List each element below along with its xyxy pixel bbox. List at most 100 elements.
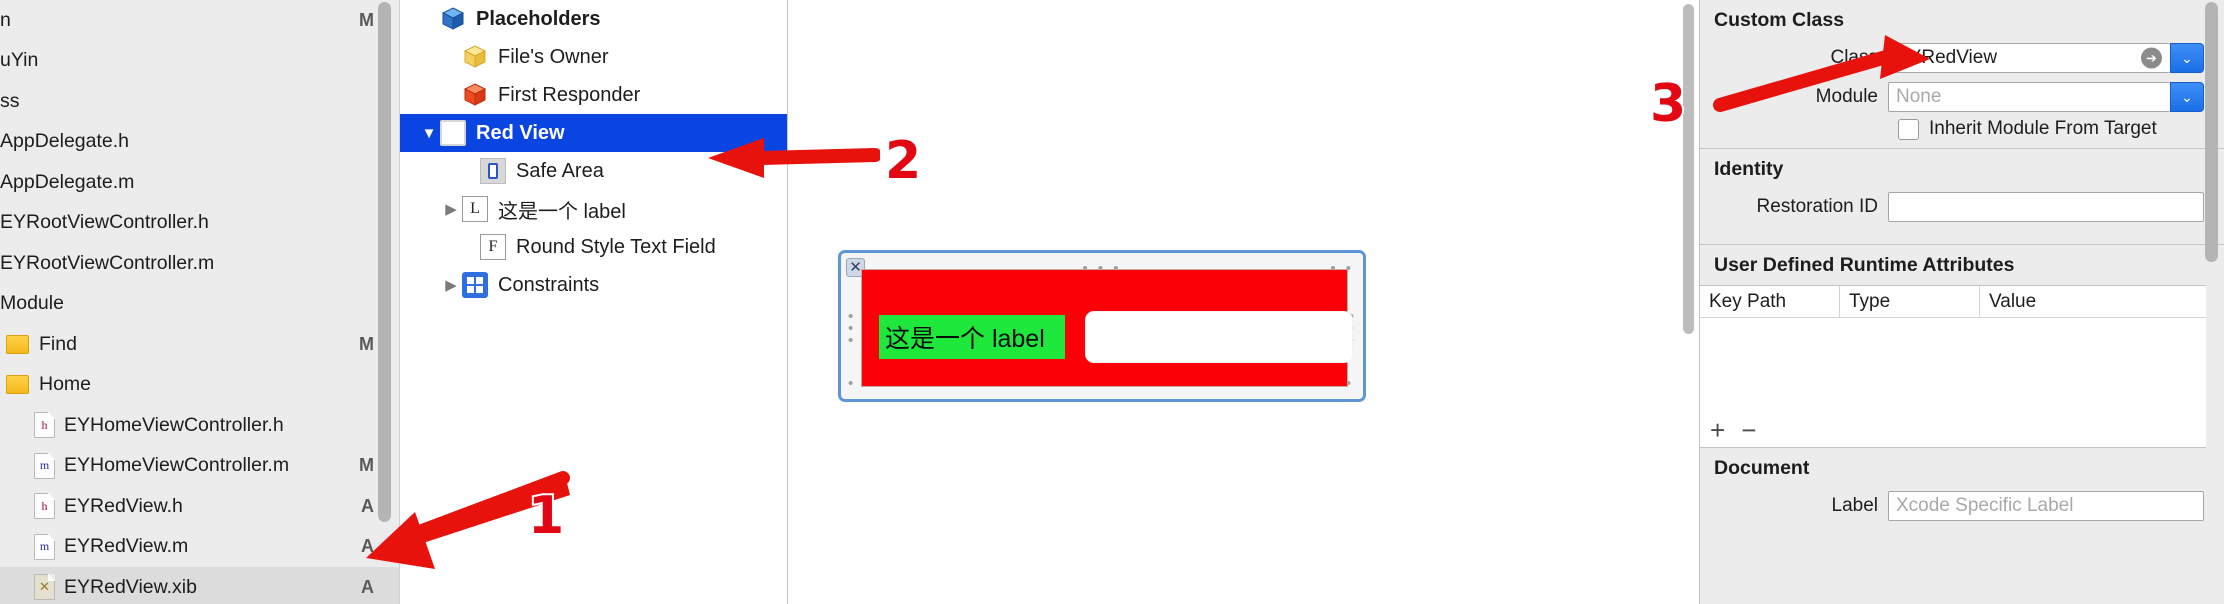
constraints-icon	[462, 272, 488, 298]
navigator-row[interactable]: nM	[0, 0, 400, 41]
label-icon: L	[462, 196, 488, 222]
outline-row-label: Round Style Text Field	[516, 235, 716, 258]
red-view[interactable]: 这是一个 label	[861, 269, 1353, 387]
outline-row[interactable]: ▶ Constraints	[400, 266, 787, 304]
navigator-row-label: AppDelegate.m	[0, 170, 135, 193]
outline-row[interactable]: ▶File's Owner	[400, 38, 787, 76]
column-header-value[interactable]: Value	[1980, 286, 2206, 317]
restoration-id-label: Restoration ID	[1756, 196, 1878, 217]
outline-row-label: Constraints	[498, 273, 600, 296]
outline-row-label: Safe Area	[516, 159, 604, 182]
ib-view-frame[interactable]: ✕ • • • • • • • • • • • • ••• ••• 这是一个 l…	[838, 250, 1366, 402]
resize-handle-left[interactable]: • • •	[848, 309, 853, 348]
header-file-icon: h	[34, 493, 55, 520]
document-section-title: Document	[1714, 457, 1810, 479]
outline-row[interactable]: ▶First Responder	[400, 76, 787, 114]
runtime-attributes-section-title: User Defined Runtime Attributes	[1714, 254, 2015, 276]
source-file-icon: m	[34, 533, 55, 560]
outline-row-label: First Responder	[498, 83, 641, 106]
custom-class-section-title: Custom Class	[1714, 9, 1845, 31]
first-responder-cube-icon	[462, 82, 488, 108]
restoration-id-row: Restoration ID	[1700, 189, 2224, 225]
folder-icon	[6, 334, 29, 354]
runtime-attributes-body[interactable]	[1700, 318, 2206, 413]
chevron-down-icon: ⌄	[2181, 49, 2193, 66]
annotation-arrow-3	[1713, 35, 1930, 112]
navigator-row[interactable]: Find M	[0, 324, 400, 365]
ib-text-field[interactable]	[1085, 311, 1353, 363]
navigator-row-label: Home	[39, 373, 92, 396]
navigator-row-label: EYRootViewController.h	[0, 211, 209, 234]
navigator-row-label: ss	[0, 89, 20, 112]
navigator-row-label: AppDelegate.h	[0, 130, 130, 153]
folder-icon	[6, 375, 29, 395]
navigator-row[interactable]: uYin	[0, 41, 400, 82]
ib-label[interactable]: 这是一个 label	[879, 315, 1065, 359]
navigator-row-label: n	[0, 8, 11, 31]
annotation-marker-3: 3	[1648, 74, 1688, 134]
navigator-scrollbar[interactable]	[378, 2, 391, 522]
interface-builder-canvas[interactable]: ✕ • • • • • • • • • • • • ••• ••• 这是一个 l…	[788, 0, 1700, 604]
inspector-scrollbar[interactable]	[2205, 2, 2218, 262]
navigator-row[interactable]: EYRootViewController.h	[0, 203, 400, 244]
navigator-row[interactable]: EYRootViewController.m	[0, 243, 400, 284]
runtime-attributes-toolbar: + −	[1700, 413, 2206, 447]
navigator-row[interactable]: Module	[0, 284, 400, 325]
document-label-input[interactable]: Xcode Specific Label	[1888, 491, 2204, 521]
outline-row-label: Red View	[476, 121, 565, 144]
scm-status-badge: M	[359, 9, 374, 30]
navigator-row[interactable]: AppDelegate.h	[0, 122, 400, 163]
jump-to-definition-icon[interactable]: ➔	[2141, 47, 2162, 69]
view-icon	[440, 120, 466, 146]
chevron-right-icon[interactable]: ▶	[440, 200, 462, 218]
navigator-row-label: Module	[0, 292, 64, 315]
outline-row-label: 这是一个 label	[498, 200, 626, 223]
navigator-row-label: EYRedView.xib	[64, 575, 197, 598]
remove-attribute-button[interactable]: −	[1741, 417, 1756, 443]
runtime-attributes-table[interactable]: Key Path Type Value + −	[1700, 285, 2206, 448]
navigator-row[interactable]: AppDelegate.m	[0, 162, 400, 203]
chevron-down-icon: ⌄	[2181, 88, 2193, 105]
placeholders-cube-icon	[440, 6, 466, 32]
navigator-row[interactable]: Home	[0, 365, 400, 406]
outline-row[interactable]: ▶Placeholders	[400, 0, 787, 38]
xcode-window: n MuYin ss AppDelegate.h AppDelegate.m EYRoot…	[0, 0, 2224, 604]
chevron-down-icon[interactable]: ▼	[418, 125, 440, 142]
navigator-row[interactable]: ss	[0, 81, 400, 122]
annotation-marker-2: 2	[883, 131, 923, 191]
scm-status-badge: M	[359, 333, 374, 354]
module-input[interactable]: None	[1888, 82, 2170, 112]
annotation-marker-1: 1	[526, 486, 566, 546]
runtime-attributes-header: Key Path Type Value	[1700, 286, 2206, 318]
header-file-icon: h	[34, 412, 55, 439]
navigator-row-label: uYin	[0, 49, 39, 72]
document-label-row: Label Xcode Specific Label	[1700, 488, 2224, 524]
text-field-icon: F	[480, 234, 506, 260]
column-header-key-path[interactable]: Key Path	[1700, 286, 1840, 317]
navigator-row-label: EYRedView.h	[64, 494, 183, 517]
navigator-row-label: EYHomeViewController.h	[64, 413, 284, 436]
navigator-row-label: EYRedView.m	[64, 535, 189, 558]
class-dropdown-button[interactable]: ⌄	[2170, 43, 2204, 73]
xib-file-icon	[34, 574, 55, 601]
outline-row[interactable]: ▶FRound Style Text Field	[400, 228, 787, 266]
chevron-right-icon[interactable]: ▶	[440, 276, 462, 294]
navigator-row[interactable]: h EYHomeViewController.h	[0, 405, 400, 446]
annotation-arrow-1	[366, 471, 570, 569]
restoration-id-input[interactable]	[1888, 192, 2204, 222]
inherit-module-label: Inherit Module From Target	[1929, 118, 2157, 139]
column-header-type[interactable]: Type	[1840, 286, 1980, 317]
navigator-row-label: EYRootViewController.m	[0, 251, 215, 274]
class-input[interactable]: EYRedView	[1888, 43, 2170, 73]
source-file-icon: m	[34, 452, 55, 479]
safe-area-icon	[480, 158, 506, 184]
outline-row-label: File's Owner	[498, 45, 609, 68]
document-label-placeholder: Xcode Specific Label	[1896, 495, 2074, 516]
files-owner-cube-icon	[462, 44, 488, 70]
navigator-row-label: EYHomeViewController.m	[64, 454, 290, 477]
module-dropdown-button[interactable]: ⌄	[2170, 82, 2204, 112]
add-attribute-button[interactable]: +	[1710, 417, 1725, 443]
annotation-arrow-2	[708, 138, 880, 178]
navigator-row-label: Find	[39, 332, 77, 355]
outline-row-label: Placeholders	[476, 7, 601, 30]
